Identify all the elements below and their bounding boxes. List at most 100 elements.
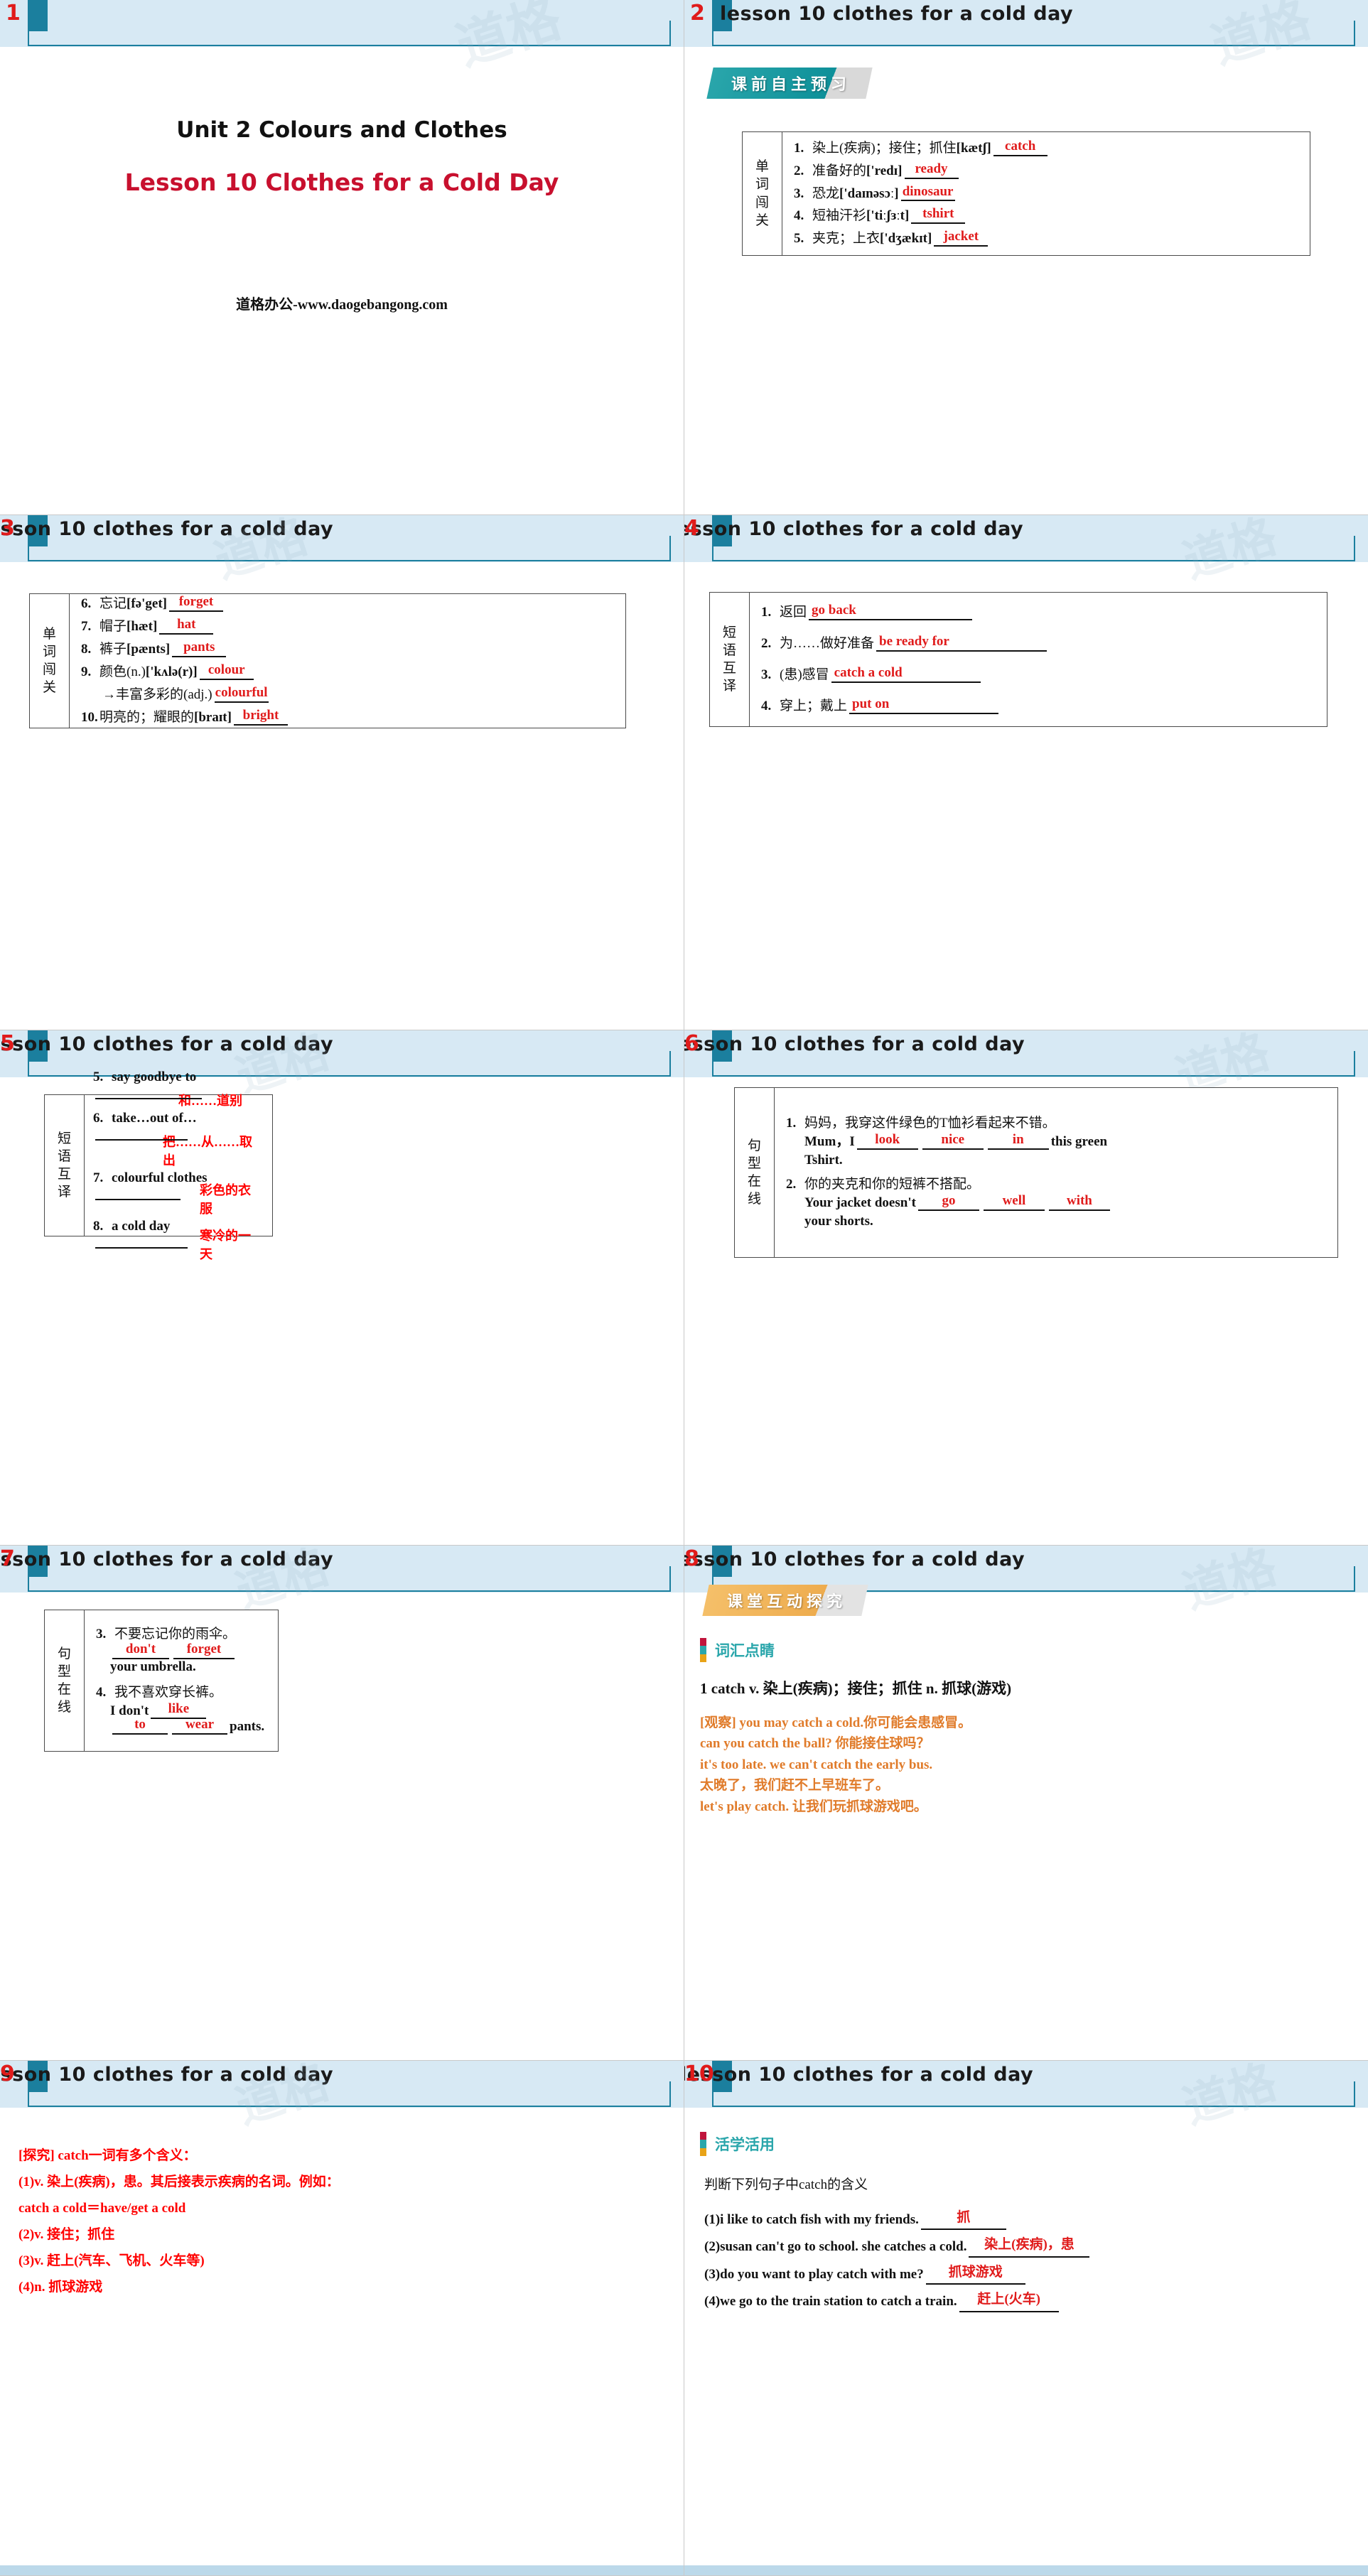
row-ipa: ['daɪnəsɔː] xyxy=(839,185,899,201)
answer-blank[interactable] xyxy=(95,1085,202,1100)
answer-text: hat xyxy=(177,617,196,632)
question-chinese-line: 4. 我不喜欢穿长裤。 xyxy=(96,1685,268,1701)
table-body: 5. say goodbye to 和……道别 6. take…out of… … xyxy=(85,1069,272,1261)
row-ipa: [braɪt] xyxy=(194,709,232,725)
answer-blank[interactable]: 抓 xyxy=(920,2210,1006,2231)
answer-blank[interactable]: forget xyxy=(173,1642,235,1660)
table-row: 8. 裤子 [pænts] pants xyxy=(81,640,615,657)
row-chinese: 为……做好准备 xyxy=(780,636,875,652)
answer-blank[interactable]: colour xyxy=(199,662,254,680)
slide-number: 4 xyxy=(684,516,699,541)
answer-blank[interactable]: to xyxy=(112,1717,168,1735)
unit-title: Unit 2 Colours and Clothes xyxy=(176,117,507,143)
slide-number: 7 xyxy=(0,1546,15,1571)
answer-text: nice xyxy=(941,1132,965,1148)
answer-blank[interactable]: wear xyxy=(172,1717,227,1735)
slide-2-header: lesson 10 clothes for a cold day xyxy=(684,0,1368,47)
row-ipa: [kætʃ] xyxy=(956,140,991,156)
row-number: 3. xyxy=(96,1627,107,1642)
question-chinese: 妈妈，我穿这件绿色的T恤衫看起来不错。 xyxy=(804,1116,1056,1131)
row-chinese: →丰富多彩的(adj.) xyxy=(102,686,212,702)
slide-grid: 1 道格 Unit 2 Colours and Clothes Lesson 1… xyxy=(0,0,1368,2576)
row-number: 3. xyxy=(761,667,772,682)
question-chinese: 你的夹克和你的短裤不搭配。 xyxy=(804,1177,981,1192)
row-number: 3. xyxy=(794,185,804,201)
answer-blank[interactable]: forget xyxy=(168,594,223,613)
row-number: 9. xyxy=(81,664,92,679)
answer-blank[interactable]: pants xyxy=(172,640,227,657)
answer-blank[interactable] xyxy=(95,1126,188,1141)
table-row: 2. 准备好的 ['redɪ] ready xyxy=(794,161,1300,179)
answer-text: 抓 xyxy=(957,2210,971,2225)
answer-text: look xyxy=(875,1132,900,1148)
slide-2: lesson 10 clothes for a cold day 2 道格 课前… xyxy=(684,0,1368,515)
answer-blank[interactable] xyxy=(95,1186,181,1200)
slide-1: 1 道格 Unit 2 Colours and Clothes Lesson 1… xyxy=(0,0,684,515)
header-title: lesson 10 clothes for a cold day xyxy=(684,518,1024,540)
row-ipa: ['dʒækɪt] xyxy=(880,231,932,247)
answer-blank[interactable]: jacket xyxy=(934,229,989,247)
answer-blank[interactable]: bright xyxy=(233,708,288,726)
answer-blank[interactable]: put on xyxy=(849,696,999,714)
answer-text: 染上(疾病)，患 xyxy=(984,2237,1075,2253)
answer-suffix: this green xyxy=(1050,1134,1108,1150)
vocab-table: 单词闯关 1. 染上(疾病)；接住；抓住 [kætʃ] catch 2. 准备好… xyxy=(742,131,1310,256)
answer-blank[interactable]: with xyxy=(1048,1193,1110,1211)
slide-7: lesson 10 clothes for a cold day 7 道格 句型… xyxy=(0,1546,684,2061)
slide-7-header: lesson 10 clothes for a cold day xyxy=(0,1546,684,1593)
answer-line-2: Tshirt. xyxy=(804,1153,843,1168)
slide-9: lesson 10 clothes for a cold day 9 道格 [探… xyxy=(0,2061,684,2576)
row-number: 4. xyxy=(96,1685,107,1701)
answer-text: jacket xyxy=(943,229,979,244)
row-chinese: 夹克；上衣 xyxy=(812,231,880,247)
answer-blank[interactable]: colourful xyxy=(214,685,269,703)
row-number: 7. xyxy=(81,619,92,635)
answer-blank[interactable] xyxy=(95,1234,188,1249)
table-row: 8. a cold day 寒冷的一天 xyxy=(93,1217,262,1263)
explore-line: (3)v. 赶上(汽车、飞机、火车等) xyxy=(18,2253,205,2269)
answer-blank[interactable]: ready xyxy=(904,161,959,179)
answer-text: with xyxy=(1066,1192,1092,1208)
answer-blank[interactable]: nice xyxy=(922,1132,984,1150)
answer-blank[interactable]: hat xyxy=(159,617,214,635)
answer-blank[interactable]: catch xyxy=(993,139,1047,156)
row-number: 6. xyxy=(93,1111,104,1126)
answer-blank[interactable]: go xyxy=(917,1193,979,1211)
answer-blank[interactable]: well xyxy=(983,1193,1045,1211)
question-item: 4. 我不喜欢穿长裤。 I don't like to wear pants. xyxy=(96,1678,268,1737)
table-row-label: 短语互译 xyxy=(710,593,750,726)
answer-blank[interactable]: 染上(疾病)，患 xyxy=(969,2237,1090,2258)
table-row: 7. colourful clothes 彩色的衣服 xyxy=(93,1169,262,1217)
slide-10-header: lesson 10 clothes for a cold day xyxy=(684,2061,1368,2108)
answer-blank[interactable]: catch a cold xyxy=(831,665,981,683)
apply-item: (4)we go to the train station to catch a… xyxy=(704,2291,1358,2312)
answer-blank[interactable]: be ready for xyxy=(876,634,1047,652)
slide-number: 8 xyxy=(684,1546,699,1571)
apply-items: (1)i like to catch fish with my friends.… xyxy=(704,2203,1358,2319)
answer-blank[interactable]: look xyxy=(856,1132,918,1150)
answer-blank[interactable]: don't xyxy=(112,1642,169,1660)
table-row: 4. 短袖汗衫 ['tiːʃɜːt] tshirt xyxy=(794,206,1300,225)
header-title: lesson 10 clothes for a cold day xyxy=(0,2064,334,2086)
vocab-entry: 1 catch v. 染上(疾病)；接住；抓住 n. 抓球(游戏) xyxy=(700,1680,1012,1697)
answer-text: 寒冷的一天 xyxy=(200,1228,251,1261)
header-title: lesson 10 clothes for a cold day xyxy=(0,1548,334,1570)
answer-blank[interactable]: 抓球游戏 xyxy=(925,2265,1025,2285)
row-ipa: [hæt] xyxy=(126,619,158,635)
slide-5: lesson 10 clothes for a cold day 5 道格 短语… xyxy=(0,1030,684,1546)
row-number: 6. xyxy=(81,596,92,612)
row-number: 7. xyxy=(93,1170,104,1185)
slide-9-header: lesson 10 clothes for a cold day xyxy=(0,2061,684,2108)
table-row: 1. 返回 go back xyxy=(761,603,1317,621)
banner-explore: 课堂互动探究 xyxy=(702,1585,868,1616)
item-question: (4)we go to the train station to catch a… xyxy=(704,2294,957,2310)
row-number: 2. xyxy=(761,636,772,652)
answer-blank[interactable]: tshirt xyxy=(911,206,966,225)
answer-text: go xyxy=(942,1192,956,1208)
row-number: 1. xyxy=(786,1116,797,1131)
answer-blank[interactable]: dinosaur xyxy=(900,184,955,202)
apply-item: (1)i like to catch fish with my friends.… xyxy=(704,2209,1358,2231)
answer-blank[interactable]: 赶上(火车) xyxy=(959,2292,1059,2312)
answer-blank[interactable]: in xyxy=(987,1132,1049,1150)
answer-blank[interactable]: go back xyxy=(809,603,973,621)
